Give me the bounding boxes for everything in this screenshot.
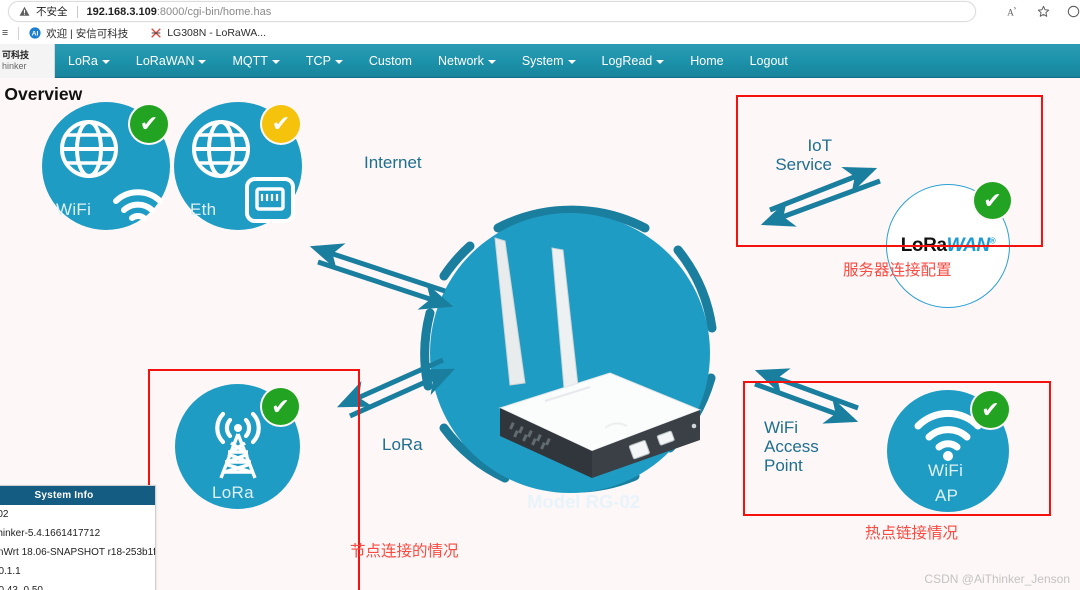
bookmark-label: LG308N - LoRaWA... <box>167 27 267 39</box>
watermark: CSDN @AiThinker_Jenson <box>924 572 1070 586</box>
url-path: :8000/cgi-bin/home.has <box>156 5 272 18</box>
highlight-box-server-config <box>736 95 1043 247</box>
nav-label: Home <box>690 53 724 68</box>
nav-item-tcp[interactable]: TCP <box>293 44 356 77</box>
address-bar-row: 不安全 192.168.3.109:8000/cgi-bin/home.has … <box>0 0 1080 22</box>
system-info-panel: System Info RG-02 Ai-Thinker-5.4.1661417… <box>0 485 156 590</box>
nav-item-logout[interactable]: Logout <box>737 44 801 77</box>
flow-label-lora: LoRa <box>382 435 423 454</box>
nav-label: TCP <box>305 53 331 68</box>
dragino-favicon <box>150 27 162 39</box>
more-options-icon[interactable] <box>1064 2 1080 21</box>
nav-label: LogRead <box>601 53 653 68</box>
svg-text:ᴺ: ᴺ <box>1013 7 1016 13</box>
nav-item-custom[interactable]: Custom <box>356 44 425 77</box>
chevron-down-icon <box>198 59 207 64</box>
reset-button <box>691 423 697 429</box>
nav-label: Logout <box>749 53 788 68</box>
annotation-node-conn-status: 节点连接的情况 <box>350 542 459 560</box>
nav-label: LoRa <box>68 53 98 68</box>
chevron-down-icon <box>101 59 110 64</box>
chevron-down-icon <box>487 59 496 64</box>
read-aloud-icon[interactable]: A ᴺ <box>1004 2 1023 21</box>
star-icon[interactable] <box>1034 2 1053 21</box>
nav-item-system[interactable]: System <box>509 44 589 77</box>
ethernet-jack-icon <box>244 176 296 224</box>
chevron-down-icon <box>656 59 665 64</box>
node-label-eth: Eth <box>190 200 217 219</box>
wifi-signal-icon <box>110 186 166 226</box>
system-info-row: OpenWrt 18.06-SNAPSHOT r18-253b1fc" <box>0 547 155 558</box>
globe-ethernet-icon <box>190 118 252 180</box>
url-host: 192.168.3.109 <box>86 5 157 18</box>
annotation-server-conn-config: 服务器连接配置 <box>843 261 952 279</box>
system-info-row: RG-02 <box>0 509 9 520</box>
warning-triangle-icon <box>19 6 30 17</box>
site-navigation-bar: 可科技 hinker LoRa LoRaWAN MQTT TCP Custom … <box>0 44 1080 78</box>
highlight-box-wifi-ap <box>743 381 1051 516</box>
omnibox-divider <box>76 5 78 18</box>
system-info-row: Ai-Thinker-5.4.1661417712 <box>0 528 101 539</box>
bookmarks-divider <box>18 26 20 40</box>
nav-label: MQTT <box>232 53 268 68</box>
nav-item-logread[interactable]: LogRead <box>589 44 678 77</box>
brand-logo-cn: 可科技 <box>2 50 30 60</box>
security-label: 不安全 <box>36 6 68 18</box>
nav-item-network[interactable]: Network <box>425 44 509 77</box>
nav-item-home[interactable]: Home <box>677 44 736 77</box>
chevron-down-icon <box>334 59 343 64</box>
status-badge-ethernet: ✔ <box>262 105 300 143</box>
nav-label: Network <box>437 53 484 68</box>
highlight-box-lora-node <box>148 369 360 590</box>
page-body: m Overview <box>0 78 1080 590</box>
browser-chrome: 不安全 192.168.3.109:8000/cgi-bin/home.has … <box>0 0 1080 44</box>
globe-wifi-icon <box>58 118 120 180</box>
nav-label: System <box>521 53 564 68</box>
status-badge-wifi-client: ✔ <box>130 105 168 143</box>
brand-logo-en: hinker <box>2 61 27 71</box>
bookmark-label: 欢迎 | 安信可科技 <box>46 27 129 40</box>
system-info-header: System Info <box>0 486 155 505</box>
bookmark-item-truncated[interactable]: ≡ <box>0 26 15 40</box>
chevron-down-icon <box>271 59 280 64</box>
nav-item-mqtt[interactable]: MQTT <box>219 44 292 77</box>
address-bar[interactable]: 不安全 192.168.3.109:8000/cgi-bin/home.has <box>8 1 976 22</box>
system-info-row: 0.130.1.1 <box>0 566 21 577</box>
address-bar-url: 192.168.3.109:8000/cgi-bin/home.has <box>87 6 272 18</box>
nav-label: LoRaWAN <box>135 53 195 68</box>
bookmark-item-lg308n[interactable]: LG308N - LoRaWA... <box>143 26 273 40</box>
nav-item-lora[interactable]: LoRa <box>55 44 123 77</box>
annotation-hotspot-link-status: 热点链接情况 <box>865 524 959 542</box>
bookmarks-bar: ≡ AI 欢迎 | 安信可科技 LG308N - LoRaWA... <box>0 22 1080 44</box>
node-label-wifi: WiFi <box>56 200 92 219</box>
router-model-label: Model RG-02 <box>527 491 641 512</box>
bookmark-item-aithinker[interactable]: AI 欢迎 | 安信可科技 <box>22 25 135 42</box>
brand-logo[interactable]: 可科技 hinker <box>0 44 55 78</box>
system-info-row: .24, 0.43, 0.50 <box>0 581 155 590</box>
svg-text:AI: AI <box>32 31 39 38</box>
flow-label-internet: Internet <box>364 153 422 172</box>
ai-thinker-favicon: AI <box>29 27 41 39</box>
nav-item-lorawan[interactable]: LoRaWAN <box>123 44 220 77</box>
arrow-internet <box>309 243 454 310</box>
chevron-down-icon <box>567 59 576 64</box>
nav-label: Custom <box>368 53 412 68</box>
